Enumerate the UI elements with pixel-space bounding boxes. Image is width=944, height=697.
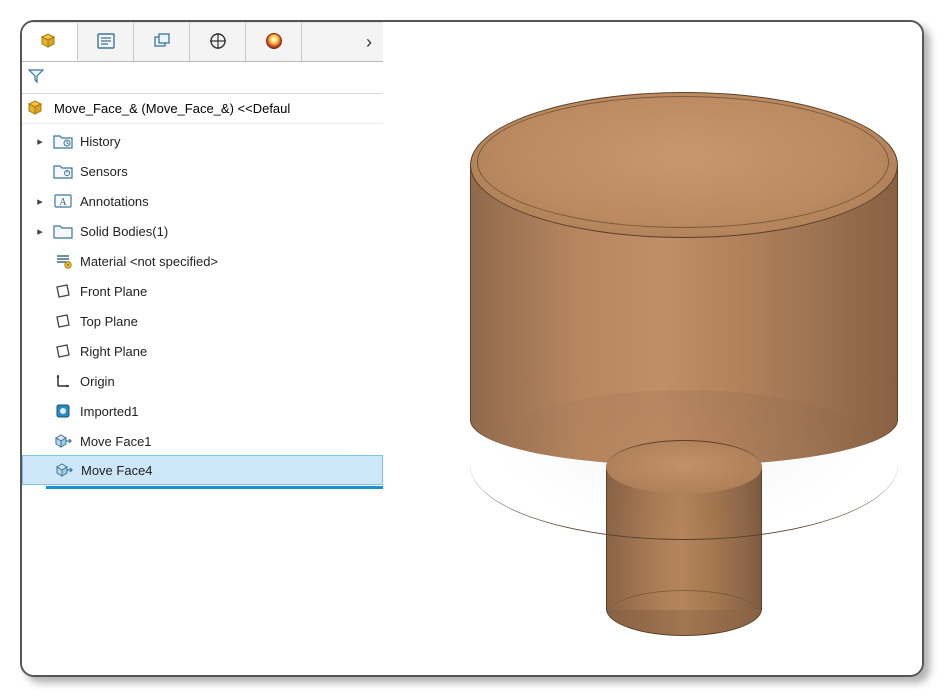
tree-item-label: Right Plane [80,344,147,359]
tree-item-front-plane[interactable]: ▸Front Plane [22,276,383,306]
display-manager-tab[interactable] [246,23,302,61]
tree-item-label: Annotations [80,194,149,209]
tree-item-solid-bodies[interactable]: ▸ Solid Bodies(1) [22,216,383,246]
tree-item-label: Front Plane [80,284,147,299]
annotations-icon: A [52,193,74,209]
svg-text:A: A [59,197,67,208]
sensors-icon [52,163,74,179]
property-manager-tab[interactable] [78,23,134,61]
plane-icon [52,342,74,360]
plane-icon [52,312,74,330]
configuration-manager-tab[interactable] [134,23,190,61]
tree-item-material[interactable]: ▸Material <not specified> [22,246,383,276]
expand-toggle-icon[interactable]: ▸ [34,195,46,208]
dimxpert-manager-tab[interactable] [190,23,246,61]
imported-feature-icon [52,402,74,420]
manager-tab-strip: › [22,22,383,62]
property-manager-icon [96,32,116,53]
model-3d-render [470,90,900,620]
tree-item-label: Move Face1 [80,434,152,449]
folder-history-icon [52,133,74,149]
expand-toggle-icon[interactable]: ▸ [34,135,46,148]
dimxpert-manager-icon [208,31,228,54]
tree-item-move-face4[interactable]: ▸Move Face4 [22,455,383,485]
tree-item-label: Origin [80,374,115,389]
tree-item-label: Solid Bodies(1) [80,224,168,239]
solid-bodies-icon [52,223,74,239]
tree-item-top-plane[interactable]: ▸Top Plane [22,306,383,336]
feature-manager-panel: › Move_Face_& (Move_Face_&) <<Defaul [22,22,384,675]
tree-item-label: Top Plane [80,314,138,329]
feature-manager-tab[interactable] [22,23,78,61]
tree-item-imported1[interactable]: ▸Imported1 [22,396,383,426]
tree-item-label: Sensors [80,164,128,179]
part-icon [26,97,48,120]
graphics-viewport[interactable] [384,22,922,675]
filter-funnel-icon[interactable] [28,68,44,87]
tree-item-right-plane[interactable]: ▸Right Plane [22,336,383,366]
overflow-chevron-icon[interactable]: › [355,32,383,53]
app-window: › Move_Face_& (Move_Face_&) <<Defaul [20,20,924,677]
tree-item-sensors[interactable]: ▸Sensors [22,156,383,186]
rollback-bar[interactable] [46,486,383,489]
move-face-icon [52,432,74,450]
tree-item-origin[interactable]: ▸Origin [22,366,383,396]
tree-item-move-face1[interactable]: ▸Move Face1 [22,426,383,456]
feature-manager-icon [39,30,61,53]
tree-item-label: Imported1 [80,404,139,419]
material-icon [52,252,74,270]
root-part-node[interactable]: Move_Face_& (Move_Face_&) <<Defaul [22,94,383,124]
tree-item-label: Material <not specified> [80,254,218,269]
plane-icon [52,282,74,300]
tree-item-label: History [80,134,120,149]
origin-icon [52,372,74,390]
tree-filter-input[interactable] [50,67,377,89]
tree-item-label: Move Face4 [81,463,153,478]
move-face-icon [53,461,75,479]
root-part-label: Move_Face_& (Move_Face_&) <<Defaul [54,101,290,116]
tree-item-history[interactable]: ▸ History [22,126,383,156]
display-manager-icon [264,31,284,54]
feature-tree: ▸ History ▸Sensors ▸ A Annotations ▸ Solid Bodi… [22,124,383,675]
expand-toggle-icon[interactable]: ▸ [34,225,46,238]
tree-item-annotations[interactable]: ▸ A Annotations [22,186,383,216]
filter-row [22,62,383,94]
configuration-manager-icon [151,32,173,53]
